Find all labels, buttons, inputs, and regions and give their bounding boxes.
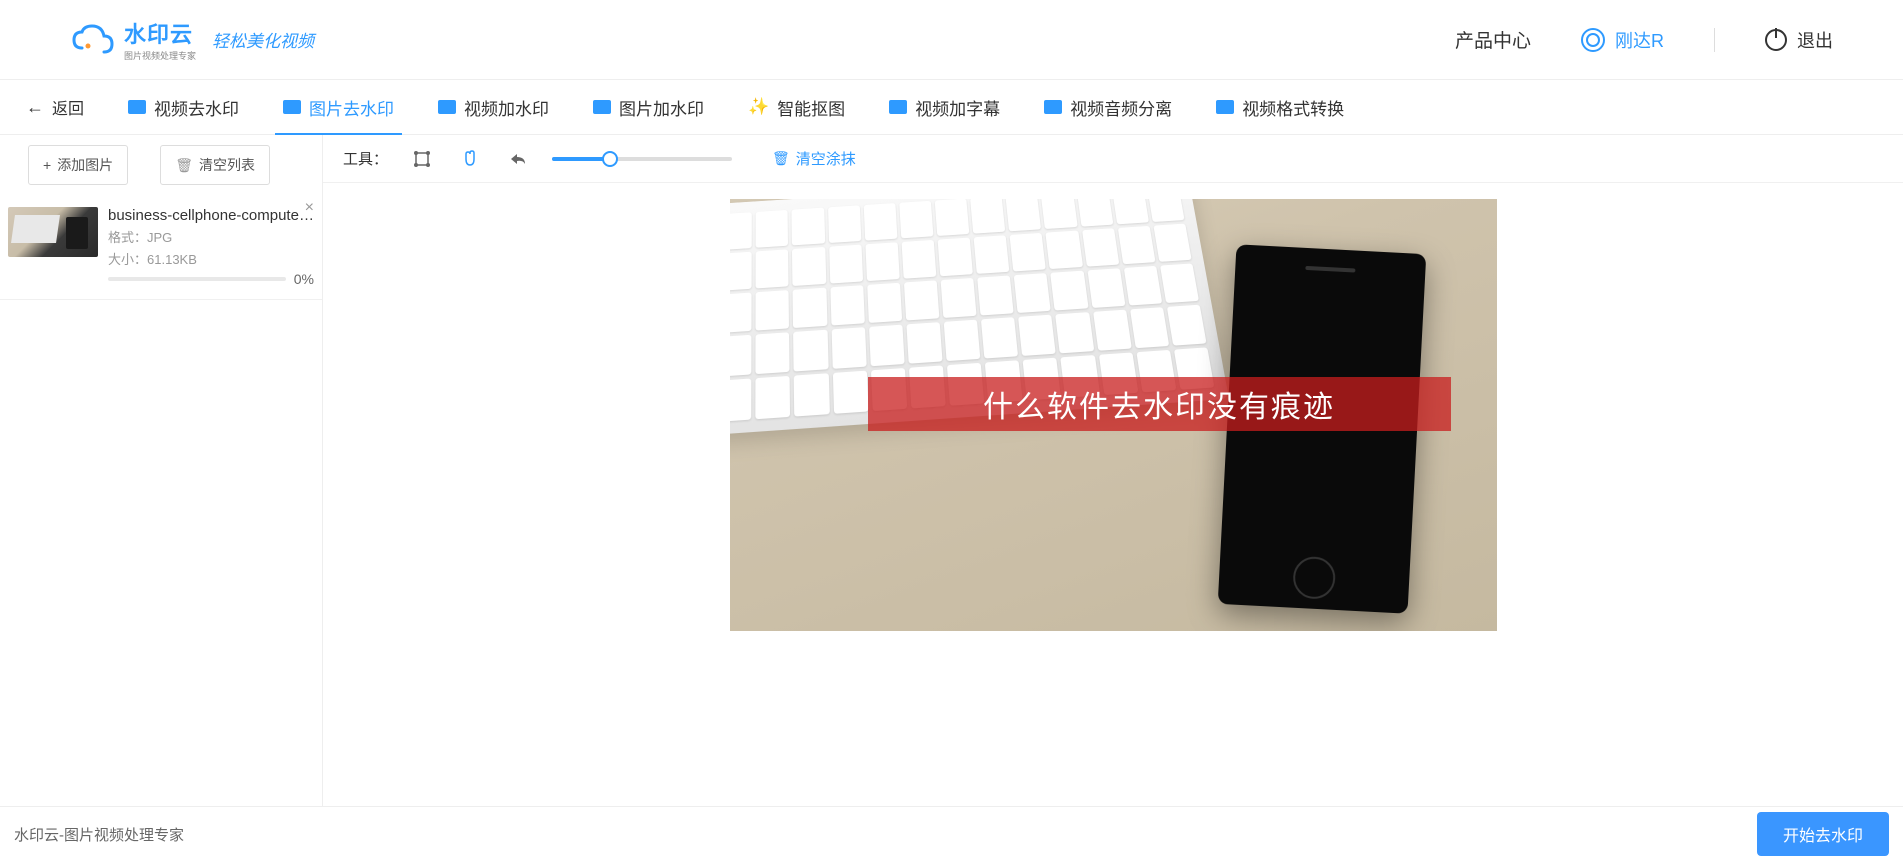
- tab-image-remove-watermark[interactable]: 图片去水印: [275, 80, 402, 135]
- product-center-link[interactable]: 产品中心: [1455, 26, 1531, 53]
- main-content: + 添加图片 🗑 清空列表 × business-cellphone-compu…: [0, 135, 1903, 806]
- image-icon: [283, 100, 301, 114]
- tab-label: 智能抠图: [777, 95, 845, 120]
- tab-label: 视频音频分离: [1070, 95, 1172, 120]
- header-divider: [1714, 28, 1715, 52]
- add-image-button[interactable]: + 添加图片: [28, 145, 128, 185]
- cloud-logo-icon: [70, 24, 116, 56]
- back-label: 返回: [52, 95, 84, 119]
- video-icon: [128, 100, 146, 114]
- slider-thumb[interactable]: [602, 151, 618, 167]
- nav-bar: ← 返回 视频去水印 图片去水印 视频加水印 图片加水印 ✨ 智能抠图 视频加字…: [0, 80, 1903, 135]
- image-add-icon: [593, 100, 611, 114]
- select-rect-icon: [413, 150, 431, 168]
- subtitle-icon: [889, 100, 907, 114]
- trash-icon: 🗑: [175, 157, 193, 174]
- hand-icon: [461, 149, 479, 169]
- tab-video-remove-watermark[interactable]: 视频去水印: [120, 80, 247, 135]
- tab-label: 视频格式转换: [1242, 95, 1344, 120]
- user-menu[interactable]: 刚达R: [1581, 27, 1664, 53]
- clear-smear-button[interactable]: 🗑 清空涂抹: [772, 148, 856, 169]
- video-add-icon: [438, 100, 456, 114]
- user-name: 刚达R: [1615, 27, 1664, 53]
- tab-audio-separate[interactable]: 视频音频分离: [1036, 80, 1180, 135]
- file-format: 格式：JPG: [108, 227, 314, 246]
- power-icon: [1765, 29, 1787, 51]
- progress-bar: [108, 277, 286, 281]
- file-item[interactable]: × business-cellphone-computer... 格式：JPG …: [0, 195, 322, 300]
- watermark-selection[interactable]: 什么软件去水印没有痕迹: [868, 377, 1451, 431]
- tab-video-add-watermark[interactable]: 视频加水印: [430, 80, 557, 135]
- plus-icon: +: [43, 157, 51, 173]
- logo-slogan: 轻松美化视频: [212, 27, 314, 52]
- tab-image-add-watermark[interactable]: 图片加水印: [585, 80, 712, 135]
- tab-label: 图片去水印: [309, 95, 394, 120]
- tool-label: 工具：: [343, 148, 388, 169]
- tab-label: 视频加水印: [464, 95, 549, 120]
- footer: 水印云-图片视频处理专家 开始去水印: [0, 806, 1903, 861]
- tab-smart-cutout[interactable]: ✨ 智能抠图: [740, 80, 853, 135]
- undo-tool[interactable]: [504, 145, 532, 173]
- clear-list-label: 清空列表: [199, 155, 255, 175]
- clear-list-button[interactable]: 🗑 清空列表: [160, 145, 270, 185]
- progress-percent: 0%: [294, 271, 314, 287]
- select-tool[interactable]: [408, 145, 436, 173]
- add-image-label: 添加图片: [57, 155, 113, 175]
- tab-video-subtitle[interactable]: 视频加字幕: [881, 80, 1008, 135]
- start-remove-watermark-button[interactable]: 开始去水印: [1757, 812, 1889, 856]
- tab-label: 视频去水印: [154, 95, 239, 120]
- logo-area[interactable]: 水印云 图片视频处理专家 轻松美化视频: [70, 17, 314, 62]
- tab-label: 图片加水印: [619, 95, 704, 120]
- brush-size-slider[interactable]: [552, 157, 732, 161]
- hand-tool[interactable]: [456, 145, 484, 173]
- canvas-area: 工具： 🗑 清空涂抹: [323, 135, 1903, 806]
- arrow-left-icon: ←: [26, 97, 44, 118]
- tab-label: 视频加字幕: [915, 95, 1000, 120]
- loaded-image[interactable]: 什么软件去水印没有痕迹: [730, 199, 1497, 631]
- remove-file-button[interactable]: ×: [305, 199, 314, 217]
- file-thumbnail: [8, 207, 98, 257]
- magic-wand-icon: ✨: [748, 97, 769, 117]
- convert-icon: [1216, 100, 1234, 114]
- editor-toolbar: 工具： 🗑 清空涂抹: [323, 135, 1903, 183]
- logout-label: 退出: [1797, 27, 1833, 53]
- audio-icon: [1044, 100, 1062, 114]
- tab-format-convert[interactable]: 视频格式转换: [1208, 80, 1352, 135]
- back-button[interactable]: ← 返回: [18, 95, 92, 119]
- trash-icon: 🗑: [772, 150, 790, 167]
- clear-smear-label: 清空涂抹: [796, 148, 856, 169]
- footer-brand: 水印云-图片视频处理专家: [14, 824, 184, 845]
- logo-title: 水印云: [124, 17, 196, 49]
- image-canvas[interactable]: 什么软件去水印没有痕迹: [323, 183, 1903, 806]
- logo-subtitle: 图片视频处理专家: [124, 49, 196, 62]
- file-name: business-cellphone-computer...: [108, 207, 314, 224]
- file-size: 大小：61.13KB: [108, 249, 314, 268]
- app-header: 水印云 图片视频处理专家 轻松美化视频 产品中心 刚达R 退出: [0, 0, 1903, 80]
- user-icon: [1581, 28, 1605, 52]
- undo-icon: [509, 152, 527, 166]
- file-sidebar: + 添加图片 🗑 清空列表 × business-cellphone-compu…: [0, 135, 323, 806]
- logout-button[interactable]: 退出: [1765, 27, 1833, 53]
- watermark-text: 什么软件去水印没有痕迹: [983, 382, 1335, 426]
